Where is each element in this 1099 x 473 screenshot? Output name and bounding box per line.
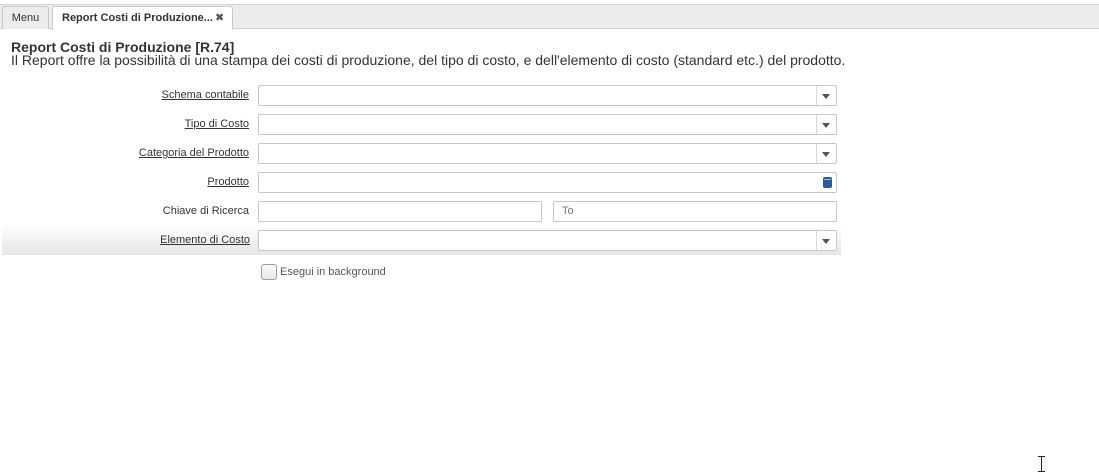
background-checkbox[interactable]	[261, 264, 277, 280]
chevron-down-icon[interactable]	[816, 231, 836, 250]
schema-contabile-select[interactable]	[258, 85, 837, 106]
categoria-prodotto-label[interactable]: Categoria del Prodotto	[139, 143, 249, 172]
elemento-di-costo-select[interactable]	[258, 230, 837, 251]
close-icon[interactable]: ✖	[215, 7, 224, 29]
search-icon[interactable]	[823, 177, 832, 188]
chiave-di-ricerca-to-input[interactable]	[553, 201, 837, 222]
row-tipo-di-costo: Tipo di Costo	[0, 114, 840, 143]
tab-report-label: Report Costi di Produzione...	[62, 12, 213, 24]
elemento-di-costo-label[interactable]: Elemento di Costo	[160, 230, 250, 259]
row-prodotto: Prodotto	[0, 172, 840, 201]
chevron-down-icon[interactable]	[816, 115, 836, 134]
row-schema-contabile: Schema contabile	[0, 85, 840, 114]
row-elemento-di-costo: Elemento di Costo	[2, 226, 841, 255]
tipo-di-costo-label[interactable]: Tipo di Costo	[185, 114, 249, 143]
schema-contabile-label[interactable]: Schema contabile	[162, 85, 249, 114]
page-description: Il Report offre la possibilità di una st…	[11, 52, 846, 68]
chiave-di-ricerca-to-field[interactable]	[560, 204, 824, 218]
prodotto-search-field[interactable]	[258, 172, 837, 193]
chevron-down-icon[interactable]	[816, 86, 836, 105]
prodotto-label[interactable]: Prodotto	[207, 172, 249, 201]
chevron-down-icon[interactable]	[816, 144, 836, 163]
background-checkbox-label[interactable]: Esegui in background	[280, 266, 386, 278]
chiave-di-ricerca-from-input[interactable]	[258, 201, 542, 222]
categoria-prodotto-select[interactable]	[258, 143, 837, 164]
tipo-di-costo-select[interactable]	[258, 114, 837, 135]
tab-report-costi[interactable]: Report Costi di Produzione... ✖	[52, 6, 233, 30]
tab-bar: Menu Report Costi di Produzione... ✖	[0, 5, 1099, 30]
tab-menu[interactable]: Menu	[2, 6, 49, 29]
text-cursor-icon	[1038, 456, 1046, 472]
row-categoria-prodotto: Categoria del Prodotto	[0, 143, 840, 172]
